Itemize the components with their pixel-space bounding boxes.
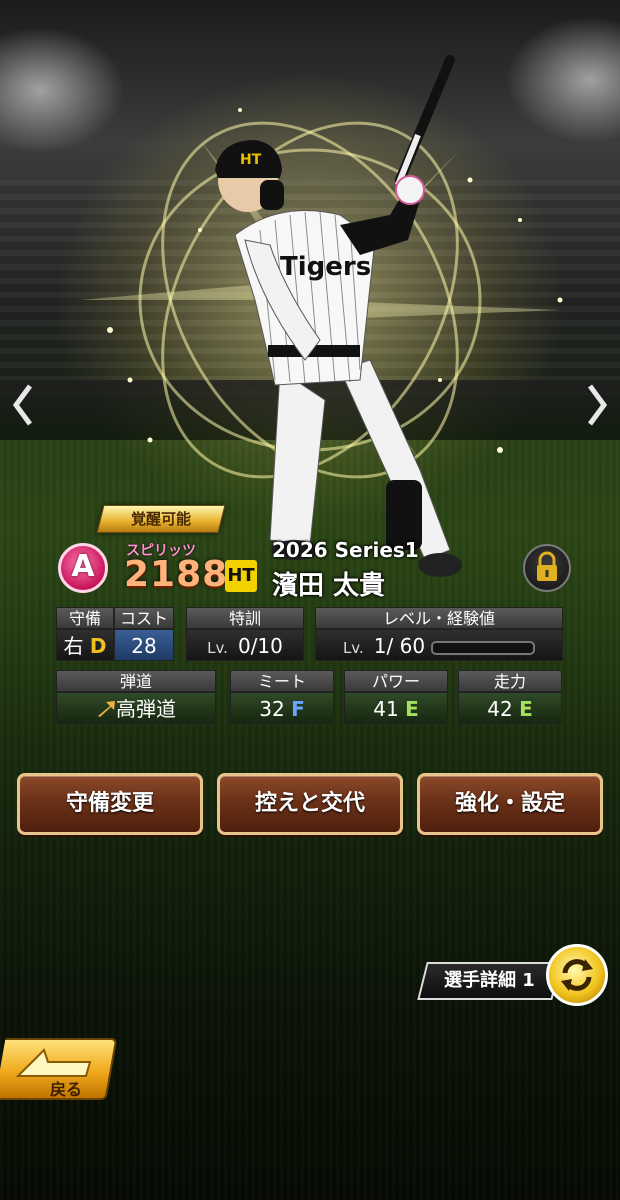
cost-header: コスト xyxy=(114,607,174,629)
training-value: Lv. 0/10 xyxy=(186,629,304,661)
level-stat: レベル・経験値 Lv. 1/ 60 xyxy=(315,607,563,661)
lock-icon xyxy=(537,551,557,581)
training-stat: 特訓 Lv. 0/10 xyxy=(186,607,304,661)
spirits-value: 2188 xyxy=(124,554,229,595)
team-logo: HT xyxy=(225,560,257,592)
speed-value: 42 E xyxy=(458,692,562,724)
cost-value: 28 xyxy=(114,629,174,661)
jersey-text: Tigers xyxy=(280,252,371,282)
position-value: 右 D xyxy=(56,629,114,661)
meet-stat: ミート 32 F xyxy=(230,670,334,724)
player-detail-tab[interactable]: 選手詳細 1 xyxy=(417,962,562,1000)
rank-badge: A xyxy=(58,543,108,593)
awaken-badge: 覚醒可能 xyxy=(96,505,226,533)
cycle-icon xyxy=(561,959,593,991)
series-label: 2026 Series1 xyxy=(272,538,419,562)
speed-header: 走力 xyxy=(458,670,562,692)
power-stat: パワー 41 E xyxy=(344,670,448,724)
lock-button[interactable] xyxy=(523,544,571,592)
enhance-button[interactable]: 強化・設定 xyxy=(417,773,603,835)
meet-value: 32 F xyxy=(230,692,334,724)
exp-bar xyxy=(431,640,536,655)
meet-header: ミート xyxy=(230,670,334,692)
detail-toggle-button[interactable] xyxy=(546,944,608,1006)
trajectory-header: 弾道 xyxy=(56,670,216,692)
level-header: レベル・経験値 xyxy=(315,607,563,629)
defense-change-button[interactable]: 守備変更 xyxy=(17,773,203,835)
training-header: 特訓 xyxy=(186,607,304,629)
power-header: パワー xyxy=(344,670,448,692)
level-value: Lv. 1/ 60 xyxy=(315,629,563,661)
trajectory-value: 高弾道 xyxy=(56,692,216,724)
position-stat: 守備 右 D xyxy=(56,607,114,661)
arrow-up-right-icon xyxy=(98,701,115,717)
game-background: Tigers HT 覚醒可能 A スピリッツ 2188 HT 2026 Seri… xyxy=(0,0,620,1200)
power-value: 41 E xyxy=(344,692,448,724)
position-header: 守備 xyxy=(56,607,114,629)
cost-stat: コスト 28 xyxy=(114,607,174,661)
trajectory-stat: 弾道 高弾道 xyxy=(56,670,216,724)
swap-button[interactable]: 控えと交代 xyxy=(217,773,403,835)
chevron-right-icon[interactable] xyxy=(582,380,612,430)
speed-stat: 走力 42 E xyxy=(458,670,562,724)
back-label: 戻る xyxy=(50,1080,83,1099)
chevron-left-icon[interactable] xyxy=(8,380,38,430)
svg-text:HT: HT xyxy=(240,152,262,168)
player-name: 濱田 太貴 xyxy=(272,571,386,601)
